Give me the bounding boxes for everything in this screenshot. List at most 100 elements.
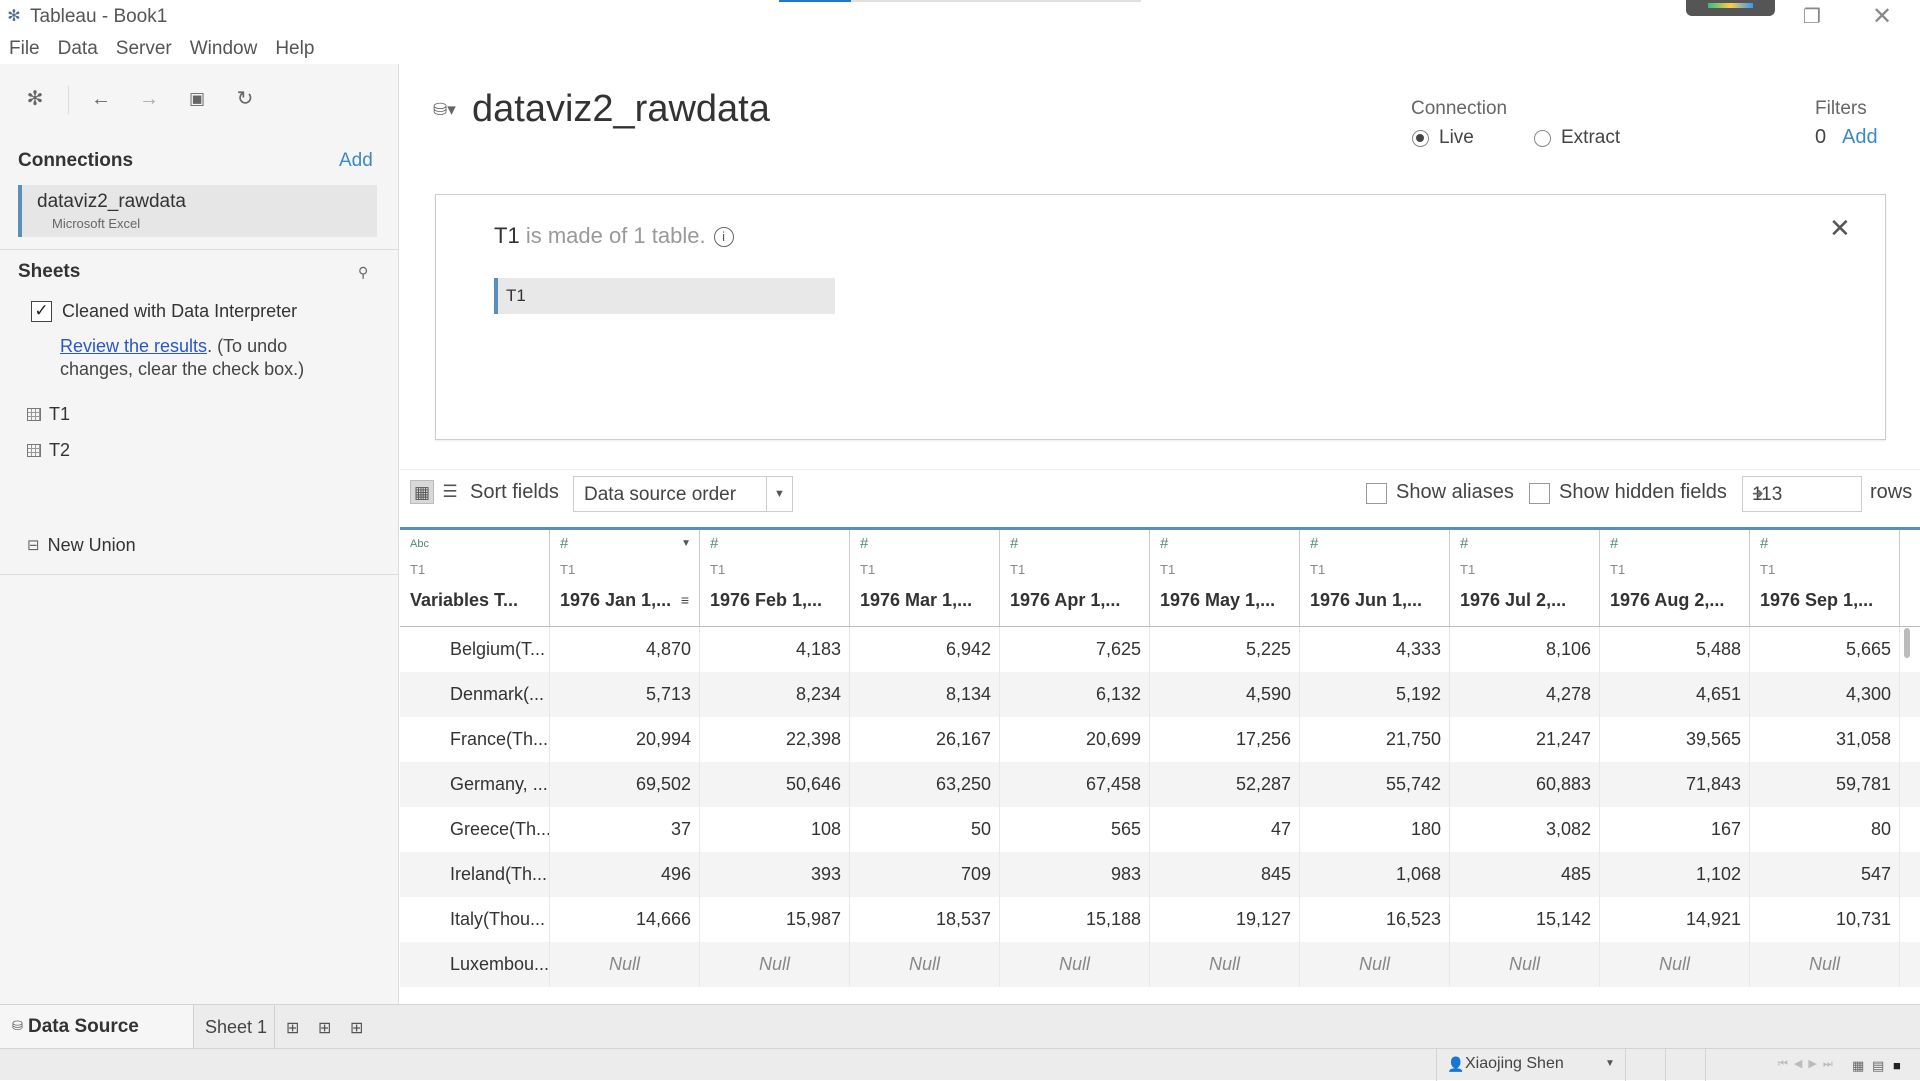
tab-view-icon[interactable]: ■	[1893, 1058, 1901, 1073]
window-thumbnail[interactable]	[1686, 0, 1775, 16]
column-header[interactable]: # T1 1976 Jun 1,...	[1300, 530, 1450, 626]
sort-fields-dropdown[interactable]: Data source order ▼	[573, 476, 793, 512]
grid-view-icon[interactable]: ▦	[410, 480, 434, 504]
chevron-down-icon[interactable]: ▼	[766, 477, 792, 511]
add-connection-link[interactable]: Add	[339, 150, 373, 172]
add-filter-link[interactable]: Add	[1842, 126, 1878, 149]
connection-item[interactable]: dataviz2_rawdata Microsoft Excel	[18, 185, 377, 237]
save-icon[interactable]: ▣	[184, 86, 210, 112]
table-cell: 4,651	[1600, 672, 1750, 717]
new-union-item[interactable]: ⊟ New Union	[27, 533, 136, 557]
table-cell: 21,247	[1450, 717, 1600, 762]
sort-fields-value: Data source order	[584, 484, 737, 505]
restore-window-icon[interactable]: ❐	[1792, 4, 1832, 30]
radio-live[interactable]	[1412, 129, 1429, 147]
table-icon	[27, 407, 41, 421]
refresh-icon[interactable]: ↻	[232, 86, 258, 112]
table-chip[interactable]: T1	[494, 278, 835, 314]
number-type-icon[interactable]: #	[1010, 535, 1018, 552]
number-type-icon[interactable]: #	[710, 535, 718, 552]
menu-bar: File Data Server Window Help	[0, 34, 323, 64]
vertical-scrollbar[interactable]	[1904, 628, 1910, 658]
table-cell: 17,256	[1150, 717, 1300, 762]
column-menu-icon[interactable]: ▼	[681, 538, 691, 549]
sheet-sorter-icon[interactable]: ▦	[1852, 1058, 1864, 1074]
table-cell: 20,994	[550, 717, 700, 762]
number-type-icon[interactable]: #	[1760, 535, 1768, 552]
radio-extract[interactable]	[1534, 129, 1551, 147]
menu-file[interactable]: File	[0, 34, 49, 64]
database-icon[interactable]: ⛁▾	[433, 100, 456, 120]
column-name: 1976 Aug 2,...	[1610, 590, 1725, 610]
table-cell: 63,250	[850, 762, 1000, 807]
menu-help[interactable]: Help	[266, 34, 323, 64]
back-arrow-icon[interactable]: ←	[88, 86, 114, 112]
table-cell: 19,127	[1150, 897, 1300, 942]
column-header[interactable]: # T1 1976 Mar 1,...	[850, 530, 1000, 626]
menu-data[interactable]: Data	[49, 34, 107, 64]
rows-input[interactable]: 113 ➜	[1742, 476, 1862, 512]
number-type-icon[interactable]: #	[1160, 535, 1168, 552]
sheet-navigation-icon[interactable]: ⏮◀▶⏭	[1778, 1057, 1839, 1071]
column-header[interactable]: # T1 1976 Apr 1,...	[1000, 530, 1150, 626]
sheet-item-t2[interactable]: T2	[27, 438, 70, 462]
table-cell: 50,646	[700, 762, 850, 807]
review-results-link[interactable]: Review the results	[60, 336, 207, 356]
table-cell: 1,068	[1300, 852, 1450, 897]
column-header[interactable]: Abc T1 Variables T...	[400, 530, 550, 626]
column-header[interactable]: # T1 1976 Jul 2,...	[1450, 530, 1600, 626]
number-type-icon[interactable]: #	[1460, 535, 1468, 552]
connection-type: Microsoft Excel	[52, 216, 141, 231]
live-label: Live	[1439, 127, 1474, 148]
number-type-icon[interactable]: #	[1310, 535, 1318, 552]
user-icon: 👤	[1447, 1056, 1465, 1072]
chevron-down-icon[interactable]: ▼	[1605, 1058, 1615, 1069]
title-bar: ✻ Tableau - Book1 ❐ ✕	[0, 0, 1920, 34]
film-strip-icon[interactable]: ▤	[1872, 1058, 1884, 1074]
show-aliases-checkbox[interactable]	[1366, 483, 1387, 504]
search-icon[interactable]: ⚲	[358, 264, 368, 281]
forward-arrow-icon[interactable]: →	[136, 86, 162, 112]
new-story-icon[interactable]: ⊞	[350, 1018, 363, 1038]
tab-sheet-1[interactable]: Sheet 1	[195, 1005, 275, 1048]
tab-data-source[interactable]: ⛁ Data Source	[0, 1005, 194, 1048]
number-type-icon[interactable]: #	[1610, 535, 1618, 552]
new-dashboard-icon[interactable]: ⊞	[318, 1018, 331, 1038]
data-source-title[interactable]: dataviz2_rawdata	[472, 88, 770, 131]
column-header[interactable]: # T1 1976 Sep 1,...	[1750, 530, 1900, 626]
go-arrow-icon[interactable]: ➜	[1752, 485, 1857, 502]
menu-server[interactable]: Server	[107, 34, 181, 64]
new-worksheet-icon[interactable]: ⊞	[286, 1018, 299, 1038]
loading-progress-fill	[779, 0, 852, 2]
menu-window[interactable]: Window	[181, 34, 267, 64]
left-panel: ✻ ← → ▣ ↻ Connections Add dataviz2_rawda…	[0, 64, 399, 1004]
sort-icon[interactable]: ≡	[681, 592, 689, 608]
table-cell: 67,458	[1000, 762, 1150, 807]
string-type-icon[interactable]: Abc	[410, 538, 429, 550]
column-header[interactable]: # T1 1976 Aug 2,...	[1600, 530, 1750, 626]
column-name: 1976 Apr 1,...	[1010, 590, 1121, 610]
column-header[interactable]: # T1 1976 Feb 1,...	[700, 530, 850, 626]
column-header[interactable]: # T1 1976 May 1,...	[1150, 530, 1300, 626]
show-hidden-fields-checkbox[interactable]	[1529, 483, 1550, 504]
tableau-home-icon[interactable]: ✻	[22, 86, 48, 112]
sheet-item-t1[interactable]: T1	[27, 402, 70, 426]
table-cell: Ireland(Th...	[400, 852, 550, 897]
list-view-icon[interactable]: ☰	[438, 480, 462, 504]
table-cell: 4,300	[1750, 672, 1900, 717]
status-segment	[1626, 1049, 1666, 1081]
live-radio[interactable]: Live	[1412, 127, 1474, 149]
column-source: T1	[560, 562, 576, 577]
table-cell: 845	[1150, 852, 1300, 897]
close-icon[interactable]: ✕	[1829, 213, 1851, 244]
data-interpreter-checkbox[interactable]: ✓	[31, 301, 52, 322]
window-title: Tableau - Book1	[30, 6, 168, 27]
extract-radio[interactable]: Extract	[1534, 127, 1620, 149]
column-header[interactable]: # T1 1976 Jan 1,... ▼ ≡	[550, 530, 700, 626]
table-cell: 10,731	[1750, 897, 1900, 942]
number-type-icon[interactable]: #	[560, 535, 568, 552]
close-window-icon[interactable]: ✕	[1862, 4, 1902, 30]
user-menu[interactable]: 👤 Xiaojing Shen ▼	[1436, 1049, 1626, 1081]
info-icon[interactable]: i	[713, 227, 734, 247]
number-type-icon[interactable]: #	[860, 535, 868, 552]
